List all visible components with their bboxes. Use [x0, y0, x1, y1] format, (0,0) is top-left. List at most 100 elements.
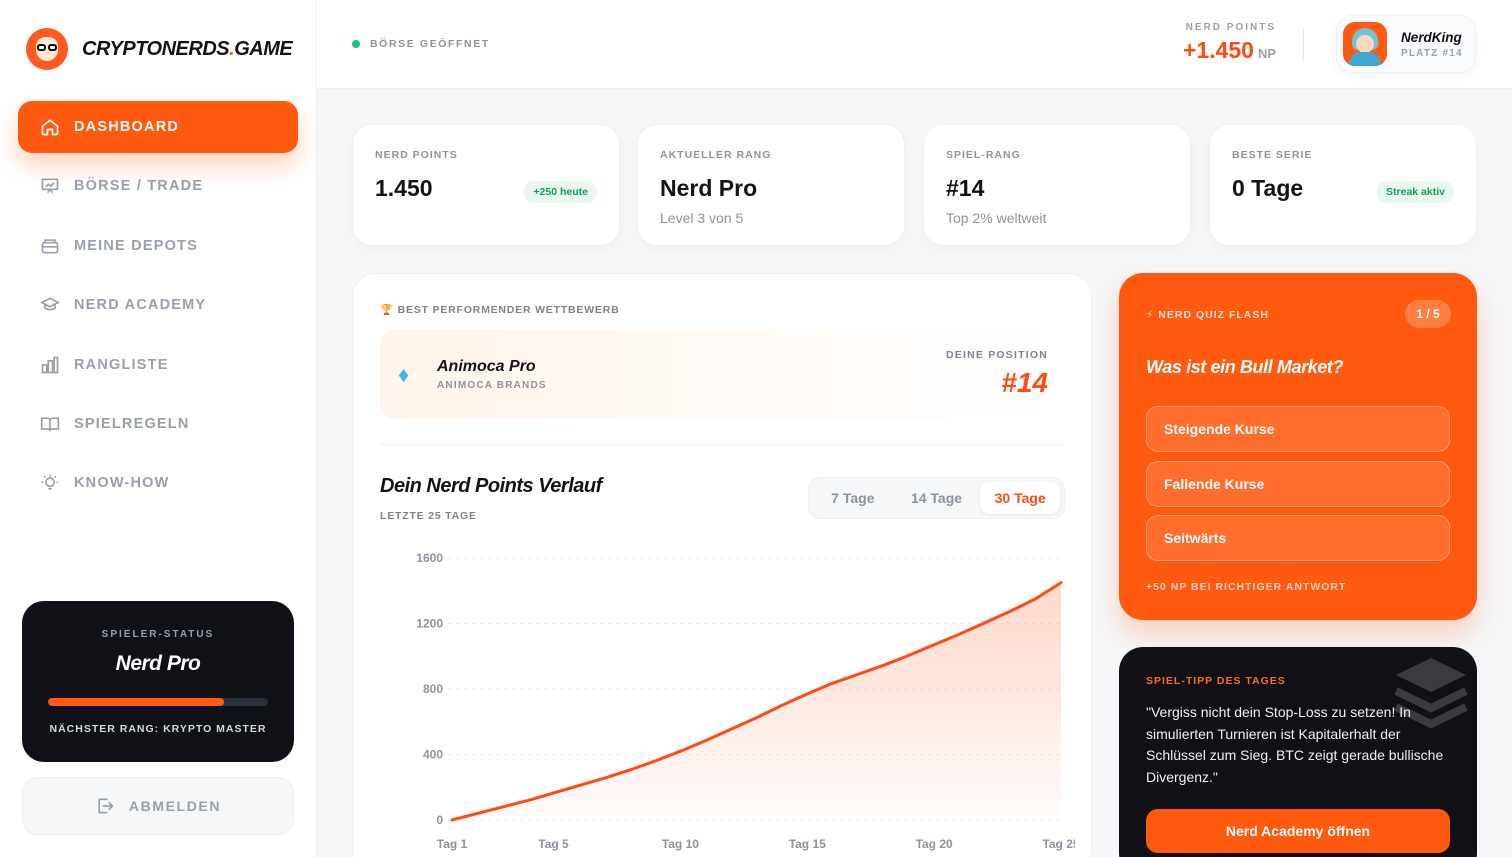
sidebar-nav: DASHBOARD BÖRSE / TRADE MEINE DEPOTS NER… [18, 101, 298, 517]
tip-text: "Vergiss nicht dein Stop-Loss zu setzen!… [1146, 704, 1444, 785]
status-dot-icon [352, 40, 360, 48]
home-icon [41, 119, 59, 136]
tab-7-days[interactable]: 7 Tage [813, 482, 893, 514]
competition-box[interactable]: ♦ Animoca Pro ANIMOCA BRANDS DEINE POSIT… [380, 329, 1066, 419]
quiz-label: ⚡ NERD QUIZ FLASH [1146, 309, 1269, 321]
sidebar-item-academy[interactable]: NERD ACADEMY [18, 279, 298, 331]
sidebar-item-label: BÖRSE / TRADE [74, 178, 204, 195]
user-name: NerdKing [1401, 29, 1462, 45]
logo-text: CRYPTONERDS.GAME [82, 37, 293, 60]
stat-card-streak: BESTE SERIE 0 Tage Streak aktiv [1209, 124, 1477, 246]
stat-label: AKTUELLER RANG [660, 149, 772, 161]
lightbulb-icon [41, 475, 59, 491]
y-tick-label: 0 [436, 813, 443, 827]
stat-sub: Top 2% weltweit [946, 210, 1047, 226]
stat-label: BESTE SERIE [1232, 149, 1313, 161]
performance-card: 🏆 BEST PERFORMENDER WETTBEWERB ♦ Animoca… [352, 273, 1092, 857]
wallet-icon [41, 239, 59, 254]
stat-card-nerd-points: NERD POINTS 1.450 +250 heute [352, 124, 620, 246]
x-tick-label: Tag 1 [437, 837, 468, 851]
nerd-points-summary: NERD POINTS +1.450 NP [1183, 22, 1276, 64]
sidebar-item-label: KNOW-HOW [74, 475, 170, 492]
quiz-reward: +50 NP BEI RICHTIGER ANTWORT [1146, 581, 1347, 593]
quiz-option-2[interactable]: Fallende Kurse [1146, 461, 1450, 507]
nerd-points-chart: 0 400 800 1200 1600 Tag 1 Tag 5 Tag 10 Tag 15 Tag… [416, 551, 1075, 851]
x-tick-label: Tag 15 [789, 837, 826, 851]
range-tabs: 7 Tage 14 Tage 30 Tage [808, 477, 1065, 519]
x-tick-label: Tag 20 [916, 837, 953, 851]
user-profile[interactable]: NerdKing PLATZ #14 [1336, 15, 1476, 73]
quiz-card: ⚡ NERD QUIZ FLASH 1 / 5 Was ist ein Bull… [1119, 273, 1477, 620]
market-status-label: BÖRSE GEÖFFNET [370, 38, 490, 50]
tip-card: SPIEL-TIPP DES TAGES "Vergiss nicht dein… [1119, 647, 1477, 857]
topbar: BÖRSE GEÖFFNET NERD POINTS +1.450 NP Nerd… [317, 0, 1512, 89]
sidebar: CRYPTONERDS.GAME DASHBOARD BÖRSE / TRADE… [0, 0, 317, 857]
tab-14-days[interactable]: 14 Tage [897, 482, 977, 514]
quiz-question: Was ist ein Bull Market? [1146, 357, 1344, 377]
sidebar-item-dashboard[interactable]: DASHBOARD [18, 101, 298, 153]
user-rank: PLATZ #14 [1401, 47, 1463, 59]
sidebar-item-label: RANGLISTE [74, 356, 169, 373]
sidebar-item-depots[interactable]: MEINE DEPOTS [18, 220, 298, 272]
chart-title: Dein Nerd Points Verlauf [380, 475, 602, 497]
avatar [1343, 22, 1387, 66]
x-tick-label: Tag 25 [1042, 837, 1075, 851]
sidebar-item-rangliste[interactable]: RANGLISTE [18, 339, 298, 391]
chart-subtitle: LETZTE 25 TAGE [380, 510, 477, 522]
stat-value: Nerd Pro [660, 175, 758, 201]
np-label: NERD POINTS [1185, 22, 1276, 33]
player-status-card: SPIELER-STATUS Nerd Pro NÄCHSTER RANG: K… [22, 601, 294, 762]
y-tick-label: 400 [423, 748, 443, 762]
divider [380, 444, 1066, 445]
stat-badge: Streak aktiv [1377, 181, 1454, 203]
graduation-cap-icon [40, 297, 60, 311]
quiz-counter: 1 / 5 [1405, 300, 1451, 328]
sidebar-item-spielregeln[interactable]: SPIELREGELN [18, 398, 298, 450]
next-rank: NÄCHSTER RANG: KRYPTO MASTER [49, 723, 267, 735]
stat-sub: Level 3 von 5 [660, 210, 744, 226]
y-tick-label: 1200 [416, 617, 443, 631]
book-icon [40, 417, 60, 432]
rank-progress-bar [48, 698, 268, 706]
sidebar-item-trade[interactable]: BÖRSE / TRADE [18, 160, 298, 212]
stat-card-rank: AKTUELLER RANG Nerd Pro Level 3 von 5 [637, 124, 905, 246]
stat-card-game-rank: SPIEL-RANG #14 Top 2% weltweit [923, 124, 1191, 246]
sidebar-item-label: DASHBOARD [74, 119, 180, 135]
diamond-icon: ♦ [398, 362, 410, 387]
stat-badge: +250 heute [524, 181, 597, 203]
logout-label: ABMELDEN [128, 798, 222, 814]
tab-30-days[interactable]: 30 Tage [980, 482, 1061, 514]
series-area [452, 582, 1061, 820]
rank-progress-fill [48, 698, 224, 706]
bar-chart-icon [41, 356, 59, 373]
market-status: BÖRSE GEÖFFNET [352, 38, 490, 50]
position-value: #14 [1001, 367, 1048, 398]
competition-label: 🏆 BEST PERFORMENDER WETTBEWERB [380, 304, 620, 316]
competition-name: Animoca Pro [437, 358, 536, 375]
stat-value: #14 [946, 175, 985, 201]
logout-icon [98, 798, 114, 814]
sidebar-item-knowhow[interactable]: KNOW-HOW [18, 457, 298, 509]
divider [1303, 28, 1304, 62]
stat-label: NERD POINTS [375, 149, 458, 161]
x-tick-label: Tag 5 [538, 837, 569, 851]
sidebar-item-label: NERD ACADEMY [74, 297, 207, 314]
quiz-option-3[interactable]: Seitwärts [1146, 515, 1450, 561]
sidebar-item-label: MEINE DEPOTS [74, 237, 198, 254]
np-unit: NP [1257, 46, 1276, 61]
competition-sub: ANIMOCA BRANDS [437, 380, 547, 391]
status-label: SPIELER-STATUS [101, 629, 215, 640]
logout-button[interactable]: ABMELDEN [22, 777, 294, 835]
logo[interactable]: CRYPTONERDS.GAME [26, 28, 293, 70]
position-label: DEINE POSITION [946, 349, 1048, 361]
y-tick-label: 800 [423, 682, 443, 696]
stat-label: SPIEL-RANG [946, 149, 1021, 161]
y-tick-label: 1600 [416, 551, 443, 565]
academy-button[interactable]: Nerd Academy öffnen [1146, 809, 1450, 853]
x-tick-label: Tag 10 [662, 837, 699, 851]
np-value: +1.450 NP [1182, 37, 1276, 63]
quiz-option-1[interactable]: Steigende Kurse [1146, 406, 1450, 452]
status-value: Nerd Pro [115, 652, 201, 675]
logo-nerd-icon [26, 28, 68, 70]
presentation-chart-icon [41, 178, 59, 194]
